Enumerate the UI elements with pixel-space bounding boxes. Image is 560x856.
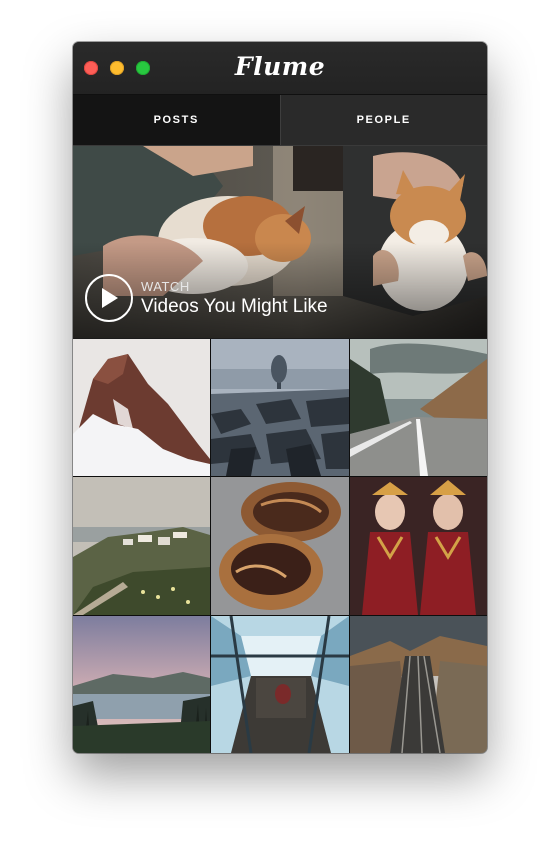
post-thumbnail[interactable] <box>73 616 210 753</box>
play-icon <box>102 288 118 308</box>
tab-bar: POSTS PEOPLE <box>73 95 487 146</box>
post-thumbnail[interactable] <box>211 477 349 615</box>
portrait-photo <box>350 477 487 615</box>
road-photo <box>350 339 487 476</box>
lake-photo <box>73 616 210 753</box>
railway-photo <box>350 616 487 753</box>
post-thumbnail[interactable] <box>73 339 210 476</box>
title-bar[interactable]: Flume <box>73 42 487 95</box>
hero-title[interactable]: Videos You Might Like <box>141 296 328 318</box>
hero-controls: WATCH Videos You Might Like <box>85 274 328 322</box>
app-window: Flume POSTS PEOPLE WATCH Videos You Migh… <box>73 42 487 753</box>
tab-posts[interactable]: POSTS <box>73 95 280 145</box>
featured-video-banner[interactable]: WATCH Videos You Might Like <box>73 146 487 338</box>
hero-text: WATCH Videos You Might Like <box>141 279 328 318</box>
coastal-photo <box>73 477 210 615</box>
post-grid <box>73 339 487 753</box>
building-photo <box>211 616 349 753</box>
post-thumbnail[interactable] <box>350 616 487 753</box>
pastry-photo <box>211 477 349 615</box>
play-button[interactable] <box>85 274 133 322</box>
tab-people[interactable]: PEOPLE <box>279 95 487 145</box>
tree-photo <box>211 339 349 476</box>
post-thumbnail[interactable] <box>73 477 210 615</box>
post-thumbnail[interactable] <box>211 616 349 753</box>
mountain-photo <box>73 339 210 476</box>
post-thumbnail[interactable] <box>350 477 487 615</box>
hero-kicker: WATCH <box>141 278 190 294</box>
app-logo: Flume <box>234 52 326 81</box>
post-thumbnail[interactable] <box>350 339 487 476</box>
post-thumbnail[interactable] <box>211 339 349 476</box>
